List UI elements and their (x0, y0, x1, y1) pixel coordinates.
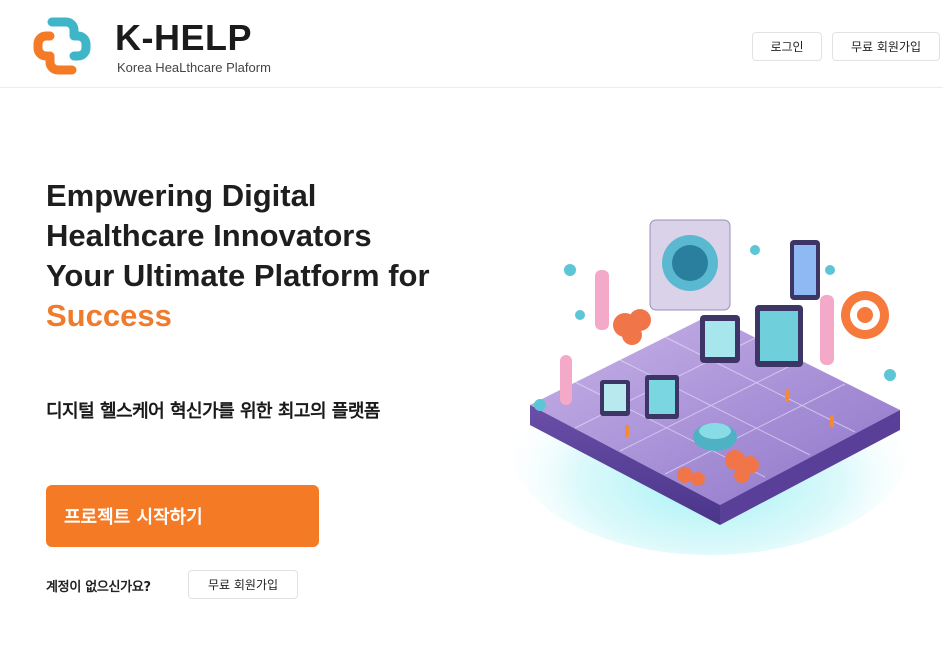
isometric-digital-health-city-icon (510, 219, 910, 555)
hero-title-accent: Success (46, 298, 172, 333)
brand-tagline: Korea HeaLthcare Plaform (117, 60, 271, 75)
start-project-button[interactable]: 프로젝트 시작하기 (46, 485, 319, 547)
hero-title: Empwering Digital Healthcare Innovators … (46, 176, 486, 336)
hero-subtitle: 디지털 헬스케어 혁신가를 위한 최고의 플랫폼 (46, 401, 380, 422)
header-signup-button[interactable]: 무료 회원가입 (832, 32, 940, 61)
login-button[interactable]: 로그인 (752, 32, 822, 61)
hero-title-line-3: Your Ultimate Platform for (46, 258, 430, 293)
no-account-text: 계정이 없으신가요? (46, 580, 151, 595)
k-help-cross-logo-icon (33, 17, 91, 75)
brand-logo[interactable]: K-HELP Korea HeaLthcare Plaform (30, 14, 330, 78)
brand-name: K-HELP (115, 17, 252, 58)
hero-title-line-2: Healthcare Innovators (46, 218, 372, 253)
site-header: K-HELP Korea HeaLthcare Plaform 로그인 무료 회… (0, 0, 943, 88)
hero-title-line-1: Empwering Digital (46, 178, 317, 213)
signup-button[interactable]: 무료 회원가입 (188, 570, 298, 599)
